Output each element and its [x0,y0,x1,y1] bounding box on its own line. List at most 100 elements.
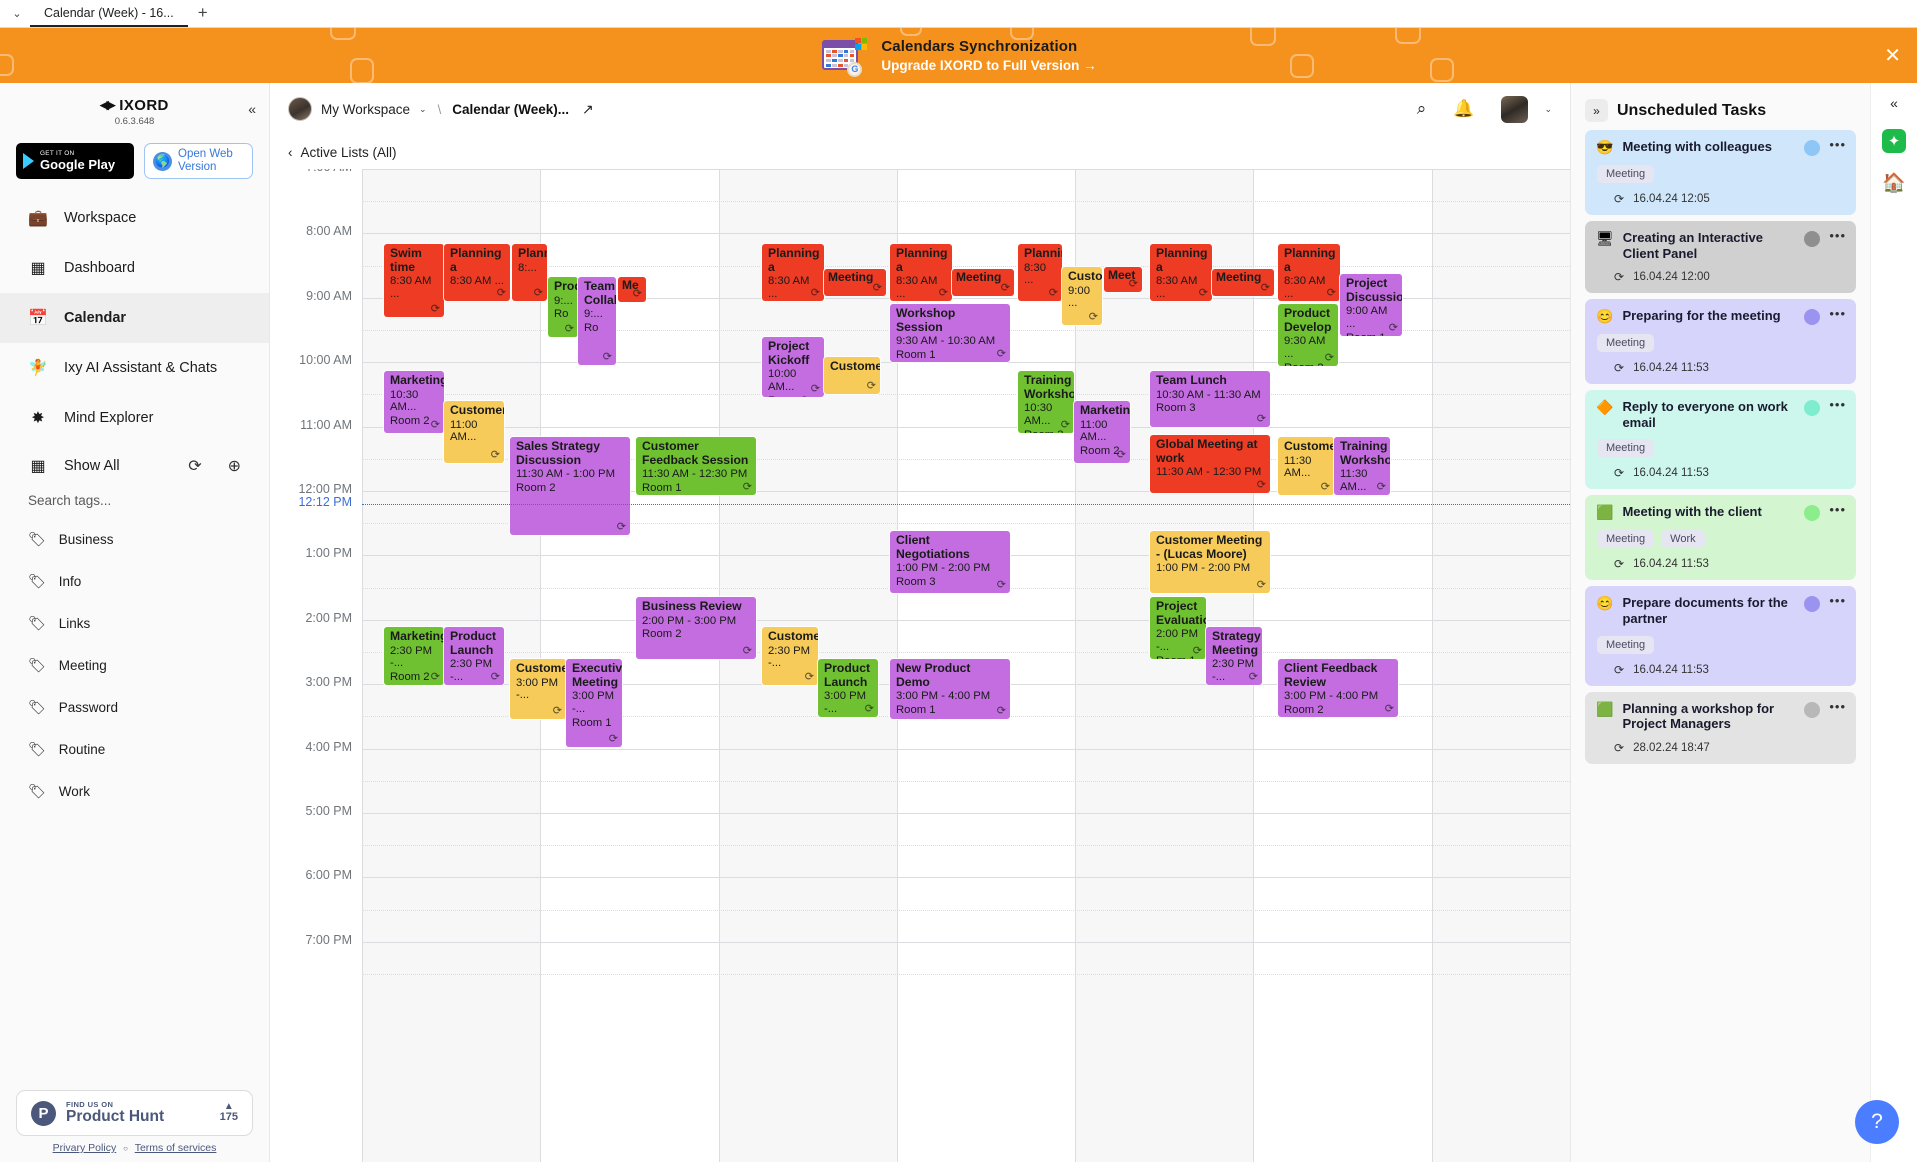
calendar-event[interactable]: Meet ⟳ [1104,267,1142,292]
calendar-event[interactable]: Customer9:00 ...⟳ [1062,267,1102,325]
calendar-event[interactable]: Planning a 8:30 AM ... ⟳ [1150,244,1212,301]
task-card[interactable]: 🔶 Reply to everyone on work email ••• Meeti… [1585,390,1856,490]
open-web-version-button[interactable]: 🌎 Open Web Version [144,143,253,179]
calendar-event[interactable]: Customer Meeting - (Lucas Moore) 1:00 PM … [1150,531,1270,593]
task-card[interactable]: 🟩 Planning a workshop for Project Manager… [1585,691,1856,764]
calendar-event[interactable]: Swim time 8:30 AM ... ⟳ [384,244,444,317]
task-color-dot[interactable] [1804,701,1821,718]
task-tag[interactable]: Meeting [1597,439,1655,458]
workspace-avatar[interactable] [288,97,312,121]
search-icon[interactable]: ⌕ [1417,99,1427,119]
tag-item-links[interactable]: 🏷 Links [0,602,269,644]
calendar-event[interactable]: Planni8:... ⟳ [512,244,547,301]
browser-tab[interactable]: Calendar (Week) - 16... [30,0,188,27]
avatar[interactable] [1501,95,1529,123]
close-icon[interactable]: ✕ [1884,46,1901,66]
calendar-event[interactable]: Client Negotiations 1:00 PM - 2:00 PM Room… [890,531,1010,593]
task-more-options-icon[interactable]: ••• [1829,699,1846,714]
calendar-event[interactable]: Training Worksho10:30 AM...Room 3⟳ [1018,371,1074,433]
notifications-bell-icon[interactable]: 🔔 [1453,99,1474,119]
open-external-icon[interactable]: ↗ [582,101,594,118]
sidebar-item-workspace[interactable]: 💼 Workspace [0,193,269,243]
calendar-event[interactable]: Strategy Meeting2:30 PM -...Room 2⟳ [1206,627,1262,685]
calendar-event[interactable]: Meeting ⟳ [952,269,1014,296]
calendar-event[interactable]: Global Meeting at work 11:30 AM - 12:30 P… [1150,435,1270,493]
add-icon[interactable]: ⊕ [228,456,241,476]
sidebar-item-calendar[interactable]: 📅 Calendar [0,293,269,343]
calendar-event[interactable]: Marketing11:00 AM...Room 2⟳ [1074,401,1130,463]
calendar-event[interactable]: Workshop Session 9:30 AM - 10:30 AM Room 1… [890,304,1010,362]
tag-item-work[interactable]: 🏷 Work [0,770,269,812]
calendar-event[interactable]: Customer Feedback Session 11:30 AM - 12:3… [636,437,756,495]
tag-item-info[interactable]: 🏷 Info [0,560,269,602]
collapse-sidebar-icon[interactable]: « [248,101,256,117]
calendar-event[interactable]: Project Discussio9:00 AM ...Room 1⟳ [1340,274,1402,336]
calendar-event[interactable]: Customer11:30 AM... ⟳ [1278,437,1334,495]
workspace-name[interactable]: My Workspace [321,102,410,117]
task-tag[interactable]: Meeting [1597,530,1655,549]
product-hunt-badge[interactable]: P FIND US ON Product Hunt ▲ 175 [16,1090,253,1136]
task-more-options-icon[interactable]: ••• [1829,306,1846,321]
help-button[interactable]: ? [1855,1100,1899,1144]
calendar-event[interactable]: Marketing 2:30 PM -... Room 2 ⟳ [384,627,444,685]
calendar-event[interactable]: Planning a 8:30 AM ... ⟳ [762,244,824,301]
home-icon[interactable]: 🏠 [1882,171,1906,195]
calendar-event[interactable]: Planning8:30 ...⟳ [1018,244,1062,301]
calendar-event[interactable]: Planning a 8:30 AM ... ⟳ [890,244,952,301]
calendar-event[interactable]: Executive Meeting3:00 PM -...Room 1 ⟳ [566,659,622,747]
calendar-event[interactable]: Customer 11:00 AM... ⟳ [444,401,504,463]
task-color-dot[interactable] [1804,309,1821,326]
task-tag[interactable]: Meeting [1597,334,1655,353]
task-more-options-icon[interactable]: ••• [1829,593,1846,608]
promo-upgrade-link[interactable]: Upgrade IXORD to Full Version → [881,58,1096,73]
calendar-event[interactable]: Product Launch3:00 PM -...Room 2⟳ [818,659,878,717]
task-color-dot[interactable] [1804,231,1821,247]
promo-banner[interactable]: G Calendars Synchronization Upgrade IXOR… [0,28,1917,83]
task-color-dot[interactable] [1804,140,1821,156]
tag-item-password[interactable]: 🏷 Password [0,686,269,728]
new-tab-button[interactable]: + [188,0,218,27]
task-color-dot[interactable] [1804,400,1821,417]
task-tag[interactable]: Meeting [1597,635,1655,654]
privacy-policy-link[interactable]: Privary Policy [53,1142,117,1154]
calendar-event[interactable]: Meeting ⟳ [824,269,886,296]
calendar-event[interactable]: Project Kickoff10:00 AM...Room 3⟳ [762,337,824,397]
task-color-dot[interactable] [1804,505,1821,522]
sidebar-item-dashboard[interactable]: ▦ Dashboard [0,243,269,293]
calendar-event[interactable]: Team Collab9:...Ro ⟳ [578,277,616,365]
task-card[interactable]: 🟩 Meeting with the client ••• Meeting Work ⟳ 1… [1585,495,1856,581]
calendar-event[interactable]: Meeting ⟳ [1212,269,1274,296]
calendar-grid[interactable]: Swim time 8:30 AM ... ⟳ Planning a 8:30 AM .… [362,169,1570,1162]
refresh-icon[interactable]: ⟳ [188,456,201,476]
sidebar-item-mind-explorer[interactable]: ✸ Mind Explorer [0,393,269,443]
task-more-options-icon[interactable]: ••• [1829,397,1846,412]
task-color-dot[interactable] [1804,596,1821,613]
calendar-event[interactable]: Product Launch2:30 PM -...Room 1⟳ [444,627,504,685]
task-tag[interactable]: Work [1661,530,1705,549]
sidebar-item-show-all[interactable]: ▦ Show All ⟳ ⊕ [0,443,269,489]
tag-item-business[interactable]: 🏷 Business [0,518,269,560]
calendar-event[interactable]: Customer3:00 PM -... ⟳ [510,659,566,719]
calendar-event[interactable]: Planning a 8:30 AM ... ⟳ [444,244,510,301]
calendar-event[interactable]: Planning a 8:30 AM ... ⟳ [1278,244,1340,301]
tag-item-meeting[interactable]: 🏷 Meeting [0,644,269,686]
tab-list-chevron-icon[interactable]: ⌄ [4,0,30,27]
task-card[interactable]: 😊 Prepare documents for the partner ••• Mee… [1585,586,1856,686]
calendar-event[interactable]: Sales Strategy Discussion 11:30 AM - 1:00… [510,437,630,535]
ai-sparkle-icon[interactable]: ✦ [1882,129,1906,153]
task-more-options-icon[interactable]: ••• [1829,502,1846,517]
calendar-event[interactable]: Produc9:...Ro⟳ [548,277,578,337]
calendar-event[interactable]: Client Feedback Review 3:00 PM - 4:00 PM R… [1278,659,1398,717]
calendar-event[interactable]: Me ⟳ [618,277,646,302]
task-tag[interactable]: Meeting [1597,165,1655,183]
calendar-event[interactable]: Team Lunch 10:30 AM - 11:30 AM Room 3 ⟳ [1150,371,1270,427]
terms-link[interactable]: Terms of services [135,1142,217,1154]
search-tags-input[interactable]: Search tags... [0,489,269,518]
task-card[interactable]: 🖥 Creating an Interactive Client Panel •••… [1585,221,1856,294]
task-more-options-icon[interactable]: ••• [1829,228,1846,243]
expand-panel-icon[interactable]: » [1585,99,1608,122]
calendar-event[interactable]: New Product Demo 3:00 PM - 4:00 PM Room 1 ⟳ [890,659,1010,719]
calendar-event[interactable]: Customer2:30 PM -...⟳ [762,627,818,685]
calendar-event[interactable]: Marketing 10:30 AM... Room 2 ⟳ [384,371,444,433]
sidebar-item-ixy-ai[interactable]: 🧚 Ixy AI Assistant & Chats [0,343,269,393]
